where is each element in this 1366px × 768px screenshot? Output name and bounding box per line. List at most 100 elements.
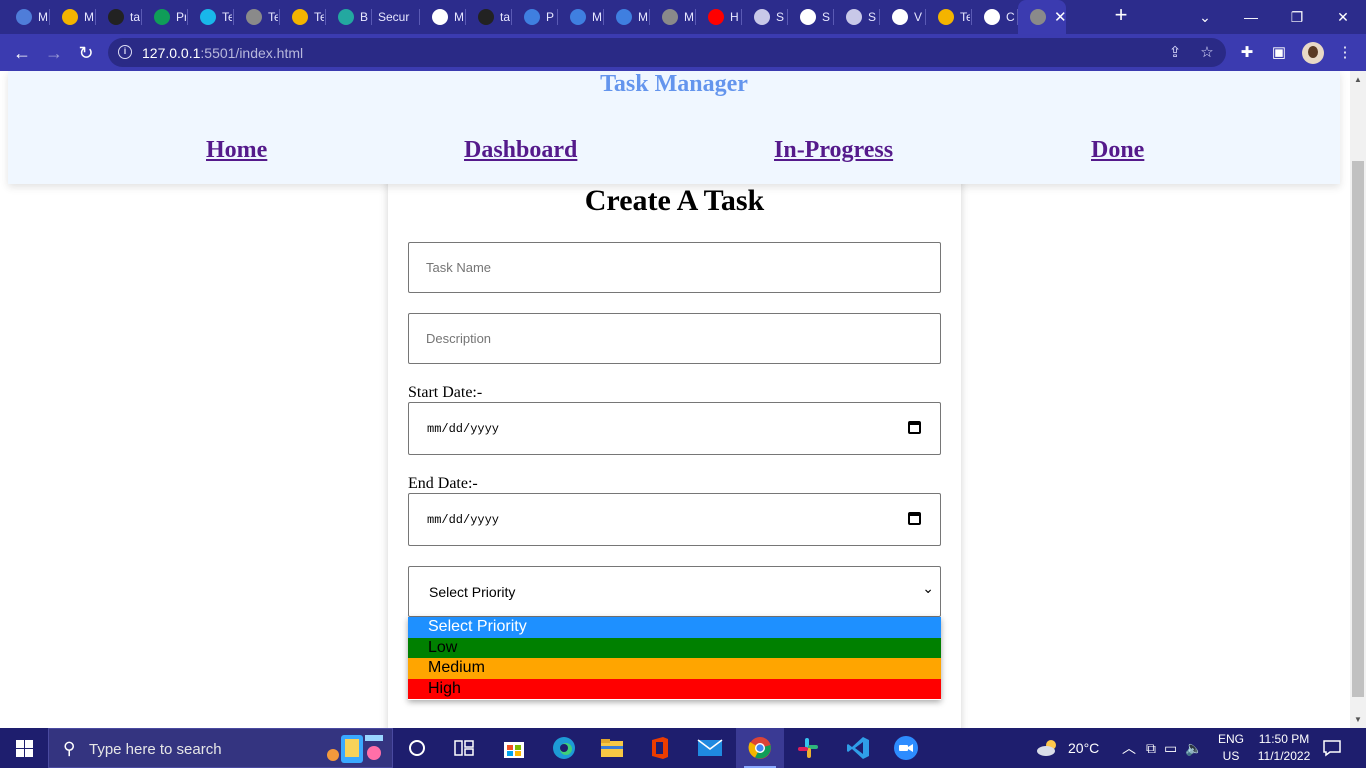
browser-tab[interactable]: H xyxy=(696,0,742,34)
file-explorer-app[interactable] xyxy=(588,728,636,768)
clock-date: 11/1/2022 xyxy=(1257,749,1311,763)
browser-tab[interactable]: M xyxy=(650,0,696,34)
side-panel-icon[interactable]: ▣ xyxy=(1268,42,1290,64)
volume-icon[interactable]: 🔈 xyxy=(1185,740,1202,757)
microsoft-store-app[interactable] xyxy=(490,728,538,768)
slack-app[interactable] xyxy=(784,728,832,768)
office-icon xyxy=(652,737,668,759)
browser-menu-icon[interactable]: ⋮ xyxy=(1334,42,1356,64)
chrome-app[interactable] xyxy=(736,728,784,768)
profile-avatar[interactable] xyxy=(1302,42,1324,64)
browser-tab[interactable]: Secur xyxy=(372,0,420,34)
browser-tab[interactable]: S xyxy=(834,0,880,34)
priority-option-select-priority[interactable]: Select Priority xyxy=(408,617,941,638)
browser-tab[interactable]: M xyxy=(604,0,650,34)
zoom-app[interactable] xyxy=(882,728,930,768)
start-date-input[interactable]: mm/dd/yyyy xyxy=(408,402,941,455)
battery-icon[interactable]: ▭ xyxy=(1164,740,1177,757)
nav-link-in-progress[interactable]: In-Progress xyxy=(774,137,893,164)
browser-tab[interactable]: V xyxy=(880,0,926,34)
browser-tab[interactable]: B xyxy=(326,0,372,34)
forward-button[interactable]: → xyxy=(41,40,67,66)
calendar-icon[interactable] xyxy=(908,421,921,434)
google-drive-icon xyxy=(292,9,308,25)
sheets-icon xyxy=(154,9,170,25)
folder-icon xyxy=(601,739,623,757)
vimeo-icon xyxy=(200,9,216,25)
office-app[interactable] xyxy=(636,728,684,768)
nav-link-done[interactable]: Done xyxy=(1091,137,1144,164)
browser-tab[interactable]: Te xyxy=(926,0,972,34)
browser-tab[interactable]: Pr xyxy=(142,0,188,34)
scroll-up-arrow-icon[interactable]: ▲ xyxy=(1354,75,1362,84)
browser-tab[interactable]: ✕ xyxy=(1018,0,1066,34)
end-date-label: End Date:- xyxy=(408,475,478,492)
browser-tab[interactable]: Te xyxy=(280,0,326,34)
taskbar-clock[interactable]: 11:50 PM 11/1/2022 xyxy=(1252,731,1316,765)
tab-title: ta xyxy=(500,10,510,24)
address-bar[interactable]: i 127.0.0.1:5501/index.html ⇪ ☆ xyxy=(108,38,1226,67)
calendar-icon[interactable] xyxy=(908,512,921,525)
nav-link-home[interactable]: Home xyxy=(206,137,267,164)
browser-tab[interactable]: S xyxy=(788,0,834,34)
browser-tab-strip: M Mta Pr Te Te Te B Secur Mta P M M M H S S S V Te C ✕ + ⌄ —… xyxy=(0,0,1366,34)
priority-select[interactable]: Select Priority ⌄ xyxy=(408,566,941,617)
start-button[interactable] xyxy=(0,728,48,768)
browser-tab[interactable]: M xyxy=(50,0,96,34)
site-info-icon[interactable]: i xyxy=(118,45,132,59)
tab-title: P xyxy=(546,10,555,24)
minimize-button[interactable]: — xyxy=(1228,0,1274,34)
priority-option-high[interactable]: High xyxy=(408,678,941,699)
back-button[interactable]: ← xyxy=(9,40,35,66)
task-view-button[interactable] xyxy=(393,728,441,768)
browser-tab[interactable]: S xyxy=(742,0,788,34)
browser-tab[interactable]: M xyxy=(558,0,604,34)
page-scrollbar[interactable]: ▲ ▼ xyxy=(1350,71,1366,728)
google-drive-icon xyxy=(938,9,954,25)
description-input[interactable]: Description xyxy=(408,313,941,364)
mail-icon xyxy=(16,9,32,25)
youtube-icon xyxy=(708,9,724,25)
close-window-button[interactable]: ✕ xyxy=(1320,0,1366,34)
end-date-input[interactable]: mm/dd/yyyy xyxy=(408,493,941,546)
nav-link-dashboard[interactable]: Dashboard xyxy=(464,137,577,164)
browser-tab[interactable]: ta xyxy=(96,0,142,34)
taskbar-search-box[interactable]: ⚲ Type here to search xyxy=(48,728,393,768)
priority-option-low[interactable]: Low xyxy=(408,637,941,658)
reload-button[interactable]: ↻ xyxy=(73,40,99,66)
priority-selected-value: Select Priority xyxy=(429,584,516,600)
share-icon[interactable]: ⇪ xyxy=(1166,44,1184,62)
browser-tab[interactable]: C xyxy=(972,0,1018,34)
system-tray-icons[interactable]: ︿ ⧉ ▭ 🔈 xyxy=(1122,728,1203,768)
scrollbar-thumb[interactable] xyxy=(1352,161,1364,697)
browser-tab[interactable]: ta xyxy=(466,0,512,34)
priority-option-medium[interactable]: Medium xyxy=(408,658,941,679)
chevron-up-icon[interactable]: ︿ xyxy=(1122,738,1136,758)
github-icon xyxy=(108,9,124,25)
vscode-app[interactable] xyxy=(834,728,882,768)
mail-app[interactable] xyxy=(686,728,734,768)
restore-button[interactable]: ❐ xyxy=(1274,0,1320,34)
url-text[interactable]: 127.0.0.1:5501/index.html xyxy=(142,45,303,61)
browser-tab[interactable]: M xyxy=(420,0,466,34)
browser-tab[interactable]: P xyxy=(512,0,558,34)
browser-tab[interactable]: Te xyxy=(188,0,234,34)
task-name-input[interactable]: Task Name xyxy=(408,242,941,293)
bookmark-star-icon[interactable]: ☆ xyxy=(1198,44,1216,62)
browser-tab[interactable]: Te xyxy=(234,0,280,34)
browser-tab[interactable]: M xyxy=(4,0,50,34)
scroll-down-arrow-icon[interactable]: ▼ xyxy=(1354,715,1362,724)
edge-browser-app[interactable] xyxy=(540,728,588,768)
tab-search-button[interactable]: ⌄ xyxy=(1182,0,1228,34)
google-icon xyxy=(800,9,816,25)
weather-widget[interactable]: 20°C xyxy=(1036,728,1099,768)
tab-title: M xyxy=(684,10,694,24)
meet-now-icon[interactable]: ⧉ xyxy=(1146,740,1156,757)
new-tab-button[interactable]: + xyxy=(1110,4,1132,27)
close-tab-icon[interactable]: ✕ xyxy=(1054,8,1066,26)
widgets-button[interactable] xyxy=(440,728,488,768)
input-language-indicator[interactable]: ENG US xyxy=(1214,731,1248,765)
extensions-puzzle-icon[interactable]: ✚ xyxy=(1236,42,1258,64)
widgets-icon xyxy=(454,740,474,756)
notification-center-button[interactable] xyxy=(1322,728,1342,768)
